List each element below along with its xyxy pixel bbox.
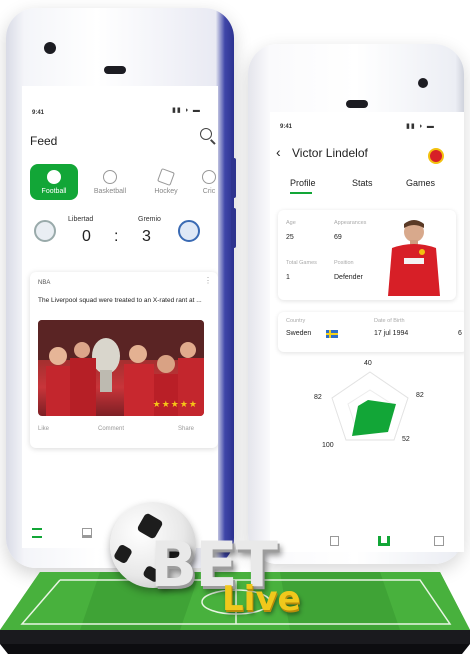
rating-stars: ★★★★★ xyxy=(152,399,198,409)
search-icon[interactable] xyxy=(200,128,212,140)
profile-tabs: Profile Stats Games xyxy=(270,178,464,198)
back-icon[interactable]: ‹ xyxy=(276,144,281,160)
away-team-badge xyxy=(178,220,200,242)
speaker xyxy=(346,100,368,108)
news-tag: NBA xyxy=(38,280,51,286)
tab-stats[interactable]: Stats xyxy=(352,178,373,188)
cricket-icon xyxy=(202,170,216,184)
phone-feed: 9:41 ▮▮ ◗ ▬ Feed Football Basketball Hoc… xyxy=(6,8,236,568)
profile-screen: 9:41 ▮▮ ◗ ▬ ‹ Victor Lindelof Profile St… xyxy=(270,112,464,552)
front-camera xyxy=(418,78,428,88)
home-score: 0 xyxy=(82,228,91,245)
radar-value-left: 82 xyxy=(314,394,322,401)
skills-radar: 40 82 82 100 52 xyxy=(300,360,440,470)
match-score[interactable]: Libertad Gremio 0 : 3 xyxy=(30,212,216,252)
radar-chart xyxy=(331,371,409,441)
like-button[interactable]: Like xyxy=(38,426,49,432)
tab-label: Cric xyxy=(202,188,216,195)
side-button xyxy=(231,158,236,198)
appearances-value: 69 xyxy=(334,234,342,241)
appearances-label: Appearances xyxy=(334,220,367,226)
side-button xyxy=(231,208,236,248)
tab-profile[interactable]: Profile xyxy=(290,178,316,188)
radar-value-bottom-left: 100 xyxy=(322,442,334,449)
country-label: Country xyxy=(286,318,306,324)
active-tab-indicator xyxy=(290,192,312,194)
player-name: Victor Lindelof xyxy=(292,146,368,160)
front-camera xyxy=(44,42,56,54)
away-score: 3 xyxy=(142,228,151,245)
football-icon xyxy=(47,170,61,184)
tab-label: Hockey xyxy=(154,188,178,195)
tab-label: Basketball xyxy=(93,188,127,195)
dob-label: Date of Birth xyxy=(374,318,405,324)
total-games-value: 1 xyxy=(286,274,290,281)
sweden-flag-icon xyxy=(326,330,338,338)
logo-live: Live xyxy=(222,579,301,619)
feed-nav-icon[interactable] xyxy=(32,528,42,538)
page-title: Feed xyxy=(30,134,58,148)
comment-button[interactable]: Comment xyxy=(98,426,124,432)
player-info-card: Country Sweden Date of Birth 17 jul 1994… xyxy=(278,312,464,352)
bottom-nav xyxy=(270,532,464,552)
tab-football[interactable]: Football xyxy=(30,164,78,200)
speaker xyxy=(104,66,126,74)
tab-hockey[interactable]: Hockey xyxy=(142,164,190,200)
status-time: 9:41 xyxy=(32,110,45,116)
more-options-icon[interactable]: ⋮ xyxy=(204,276,212,285)
age-label: Age xyxy=(286,220,296,226)
radar-value-right: 82 xyxy=(416,392,424,399)
away-team: Gremio xyxy=(138,216,161,223)
home-team-badge xyxy=(34,220,56,242)
player-photo xyxy=(388,220,440,296)
position-label: Position xyxy=(334,260,354,266)
age-value: 25 xyxy=(286,234,294,241)
tab-games[interactable]: Games xyxy=(406,178,435,188)
feed-screen: 9:41 ▮▮ ◗ ▬ Feed Football Basketball Hoc… xyxy=(22,86,218,548)
sport-tabs: Football Basketball Hockey Cric xyxy=(30,164,218,202)
tab-basketball[interactable]: Basketball xyxy=(86,164,134,200)
news-headline: The Liverpool squad were treated to an X… xyxy=(38,297,202,304)
phone-profile: 9:41 ▮▮ ◗ ▬ ‹ Victor Lindelof Profile St… xyxy=(248,44,464,564)
tab-label: Football xyxy=(41,188,67,195)
tab-cricket[interactable]: Cric xyxy=(194,164,218,200)
basketball-icon xyxy=(103,170,117,184)
home-team: Libertad xyxy=(68,216,94,223)
hockey-icon xyxy=(157,168,175,186)
news-card[interactable]: NBA ⋮ The Liverpool squad were treated t… xyxy=(30,272,218,448)
promo-stage: 9:41 ▮▮ ◗ ▬ Feed Football Basketball Hoc… xyxy=(0,0,470,654)
player-stats-card: Age 25 Appearances 69 Total Games 1 Posi… xyxy=(278,210,456,300)
stats-nav-icon[interactable] xyxy=(378,536,390,546)
status-time: 9:41 xyxy=(280,124,293,130)
extra-value: 6 xyxy=(458,330,462,337)
bookmark-nav-icon[interactable] xyxy=(82,528,92,538)
score-separator: : xyxy=(114,228,119,245)
country-value: Sweden xyxy=(286,330,312,337)
total-games-label: Total Games xyxy=(286,260,317,266)
status-icons: ▮▮ ◗ ▬ xyxy=(172,107,201,114)
radar-value-top: 40 xyxy=(364,360,372,367)
dob-value: 17 jul 1994 xyxy=(374,330,409,337)
table-nav-icon[interactable] xyxy=(434,536,444,546)
news-photo: ★★★★★ xyxy=(38,320,204,416)
status-icons: ▮▮ ◗ ▬ xyxy=(406,123,435,130)
club-crest-icon xyxy=(428,148,444,164)
share-button[interactable]: Share xyxy=(178,426,194,432)
radar-value-bottom-right: 52 xyxy=(402,436,410,443)
position-value: Defender xyxy=(334,274,363,281)
bookmark-nav-icon[interactable] xyxy=(330,536,339,546)
